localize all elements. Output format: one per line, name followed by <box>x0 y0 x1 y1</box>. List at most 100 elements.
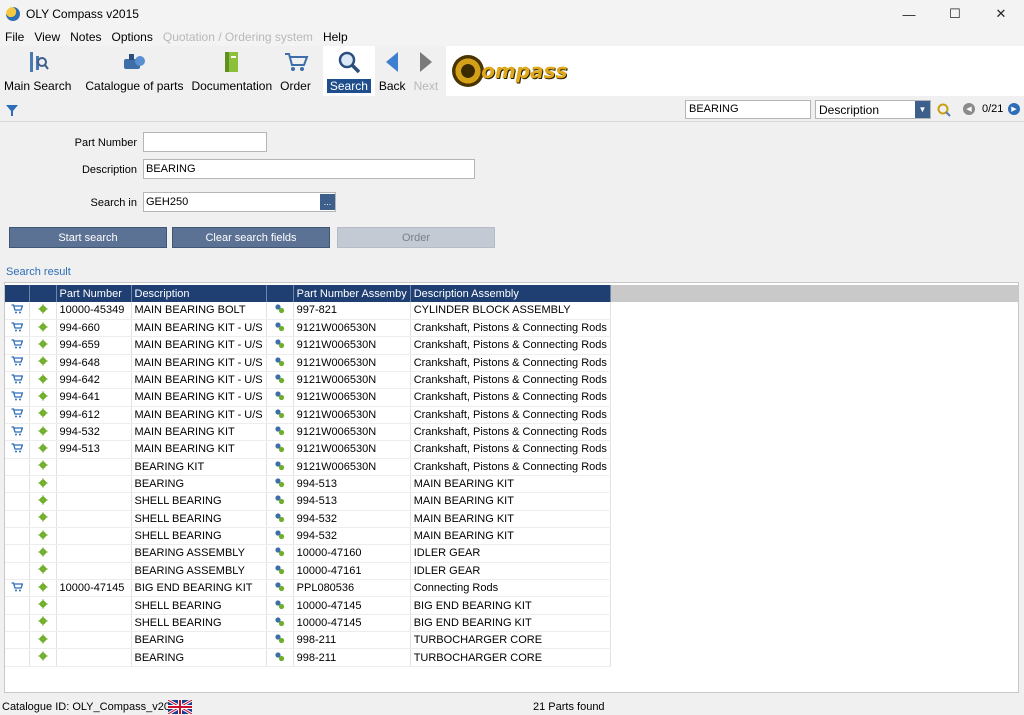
gear-icon[interactable] <box>29 579 57 598</box>
uk-flag-icon[interactable] <box>167 698 193 715</box>
gears-link-icon[interactable] <box>266 596 294 615</box>
gear-icon[interactable] <box>29 614 57 633</box>
gears-link-icon[interactable] <box>266 406 294 424</box>
table-row[interactable]: 994-532 MAIN BEARING KIT 9121W006530N Crank… <box>5 423 611 442</box>
gear-icon[interactable] <box>29 440 57 459</box>
table-row[interactable]: 994-612 MAIN BEARING KIT - U/S 9121W006530… <box>5 406 611 424</box>
menu-view[interactable]: View <box>29 30 65 44</box>
quick-search-input[interactable]: BEARING <box>685 100 811 119</box>
cart-icon[interactable] <box>5 406 30 424</box>
col-part-number[interactable]: Part Number <box>56 285 132 302</box>
table-row[interactable]: 10000-47145 BIG END BEARING KIT PPL080536 C… <box>5 579 611 598</box>
gear-icon[interactable] <box>29 631 57 650</box>
gear-icon[interactable] <box>29 388 57 407</box>
gear-icon[interactable] <box>29 544 57 563</box>
filter-icon[interactable] <box>5 103 19 120</box>
gears-link-icon[interactable] <box>266 319 294 338</box>
table-row[interactable]: 994-660 MAIN BEARING KIT - U/S 9121W006530… <box>5 319 611 338</box>
gears-link-icon[interactable] <box>266 648 294 667</box>
table-row[interactable]: BEARING 994-513 MAIN BEARING KIT <box>5 475 611 494</box>
gears-link-icon[interactable] <box>266 562 294 581</box>
table-row[interactable]: 994-513 MAIN BEARING KIT 9121W006530N Crank… <box>5 440 611 459</box>
table-row[interactable]: BEARING 998-211 TURBOCHARGER CORE <box>5 631 611 650</box>
search-tool-icon[interactable] <box>936 102 952 121</box>
col-description[interactable]: Description <box>131 285 267 302</box>
table-row[interactable]: SHELL BEARING 994-513 MAIN BEARING KIT <box>5 492 611 511</box>
col-description-assembly[interactable]: Description Assembly <box>410 285 611 302</box>
gears-link-icon[interactable] <box>266 336 294 355</box>
cart-icon[interactable] <box>5 371 30 390</box>
maximize-button[interactable]: ☐ <box>932 0 978 28</box>
gears-link-icon[interactable] <box>266 475 294 494</box>
gears-link-icon[interactable] <box>266 614 294 633</box>
table-row[interactable]: SHELL BEARING 994-532 MAIN BEARING KIT <box>5 527 611 546</box>
catalogue-button[interactable]: Catalogue of parts <box>81 46 187 96</box>
order-toolbar-button[interactable]: Order <box>276 46 315 96</box>
table-row[interactable]: BEARING ASSEMBLY 10000-47160 IDLER GEAR <box>5 544 611 563</box>
gears-link-icon[interactable] <box>266 302 294 320</box>
gear-icon[interactable] <box>29 527 57 546</box>
gear-icon[interactable] <box>29 423 57 442</box>
gears-link-icon[interactable] <box>266 388 294 407</box>
gear-icon[interactable] <box>29 458 57 476</box>
gears-link-icon[interactable] <box>266 354 294 372</box>
table-row[interactable]: 10000-45349 MAIN BEARING BOLT 997-821 CYLIN… <box>5 302 611 320</box>
gear-icon[interactable] <box>29 319 57 338</box>
gear-icon[interactable] <box>29 562 57 581</box>
menu-options[interactable]: Options <box>107 30 158 44</box>
gear-icon[interactable] <box>29 302 57 320</box>
main-search-button[interactable]: Main Search <box>0 46 75 96</box>
gear-icon[interactable] <box>29 406 57 424</box>
gears-link-icon[interactable] <box>266 440 294 459</box>
gear-icon[interactable] <box>29 354 57 372</box>
minimize-button[interactable]: — <box>886 0 932 28</box>
menu-help[interactable]: Help <box>318 30 353 44</box>
gear-icon[interactable] <box>29 371 57 390</box>
table-row[interactable]: SHELL BEARING 10000-47145 BIG END BEARING … <box>5 614 611 633</box>
gears-link-icon[interactable] <box>266 510 294 528</box>
search-in-input[interactable]: GEH250 <box>143 192 336 212</box>
cart-icon[interactable] <box>5 336 30 355</box>
table-row[interactable]: 994-642 MAIN BEARING KIT - U/S 9121W006530… <box>5 371 611 390</box>
close-button[interactable]: ✕ <box>978 0 1024 28</box>
gears-link-icon[interactable] <box>266 544 294 563</box>
cart-icon[interactable] <box>5 440 30 459</box>
gear-icon[interactable] <box>29 336 57 355</box>
table-row[interactable]: BEARING 998-211 TURBOCHARGER CORE <box>5 648 611 667</box>
gear-icon[interactable] <box>29 596 57 615</box>
menu-file[interactable]: File <box>0 30 29 44</box>
clear-search-button[interactable]: Clear search fields <box>172 227 330 248</box>
part-number-input[interactable] <box>143 132 267 152</box>
cart-icon[interactable] <box>5 354 30 372</box>
table-row[interactable]: SHELL BEARING 994-532 MAIN BEARING KIT <box>5 510 611 528</box>
browse-button[interactable]: ... <box>320 194 335 210</box>
search-toolbar-button[interactable]: Search <box>322 46 375 96</box>
chevron-down-icon[interactable]: ▼ <box>915 101 930 118</box>
cart-icon[interactable] <box>5 319 30 338</box>
gears-link-icon[interactable] <box>266 579 294 598</box>
gears-link-icon[interactable] <box>266 371 294 390</box>
gears-link-icon[interactable] <box>266 492 294 511</box>
gears-link-icon[interactable] <box>266 527 294 546</box>
cart-icon[interactable] <box>5 423 30 442</box>
table-row[interactable]: BEARING ASSEMBLY 10000-47161 IDLER GEAR <box>5 562 611 581</box>
gears-link-icon[interactable] <box>266 423 294 442</box>
cart-icon[interactable] <box>5 302 30 320</box>
next-result-icon[interactable]: ▶ <box>1008 103 1020 115</box>
previous-result-icon[interactable]: ◀ <box>963 103 975 115</box>
table-row[interactable]: BEARING KIT 9121W006530N Crankshaft, Pisto… <box>5 458 611 476</box>
table-row[interactable]: SHELL BEARING 10000-47145 BIG END BEARING … <box>5 596 611 615</box>
search-field-select[interactable]: Description ▼ <box>815 100 931 119</box>
cart-icon[interactable] <box>5 388 30 407</box>
description-input[interactable]: BEARING <box>143 159 475 179</box>
start-search-button[interactable]: Start search <box>9 227 167 248</box>
table-row[interactable]: 994-648 MAIN BEARING KIT - U/S 9121W006530… <box>5 354 611 372</box>
table-row[interactable]: 994-641 MAIN BEARING KIT - U/S 9121W006530… <box>5 388 611 407</box>
cart-icon[interactable] <box>5 579 30 598</box>
back-button[interactable]: Back <box>375 46 410 96</box>
gear-icon[interactable] <box>29 510 57 528</box>
table-row[interactable]: 994-659 MAIN BEARING KIT - U/S 9121W006530… <box>5 336 611 355</box>
col-part-number-assembly[interactable]: Part Number Assemby <box>293 285 411 302</box>
gears-link-icon[interactable] <box>266 458 294 476</box>
gear-icon[interactable] <box>29 475 57 494</box>
